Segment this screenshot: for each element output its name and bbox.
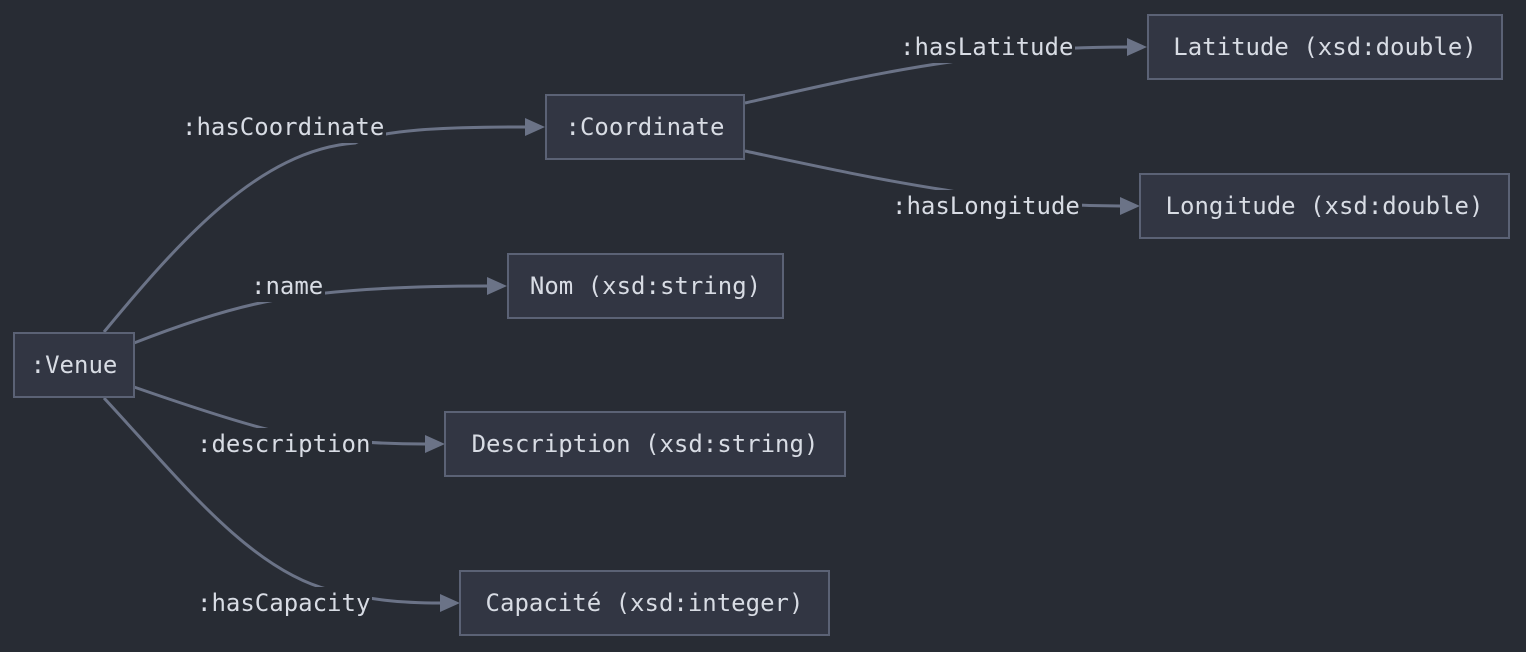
arrowhead-has-coordinate [525,118,545,136]
node-coordinate[interactable]: :Coordinate [545,94,745,160]
arrowhead-has-capacity [440,594,460,612]
arrowhead-has-latitude [1127,38,1147,56]
node-capacite[interactable]: Capacité (xsd:integer) [459,570,830,636]
node-latitude[interactable]: Latitude (xsd:double) [1147,14,1503,80]
node-description[interactable]: Description (xsd:string) [444,411,846,477]
arrowhead-description [425,435,445,453]
node-nom[interactable]: Nom (xsd:string) [507,253,784,319]
edge-label-has-longitude: :hasLongitude [890,190,1082,222]
edge-layer [102,38,1147,612]
edge-label-name: :name [249,270,326,302]
edge-label-description: :description [195,428,373,460]
arrowhead-name [487,277,507,295]
node-longitude[interactable]: Longitude (xsd:double) [1139,173,1510,239]
arrowhead-has-longitude [1120,197,1140,215]
edge-label-has-latitude: :hasLatitude [898,31,1076,63]
edge-label-has-capacity: :hasCapacity [195,587,373,619]
diagram-canvas: :hasCoordinate :name :description :hasCa… [0,0,1526,652]
edge-label-has-coordinate: :hasCoordinate [180,111,387,143]
node-venue[interactable]: :Venue [13,332,135,398]
